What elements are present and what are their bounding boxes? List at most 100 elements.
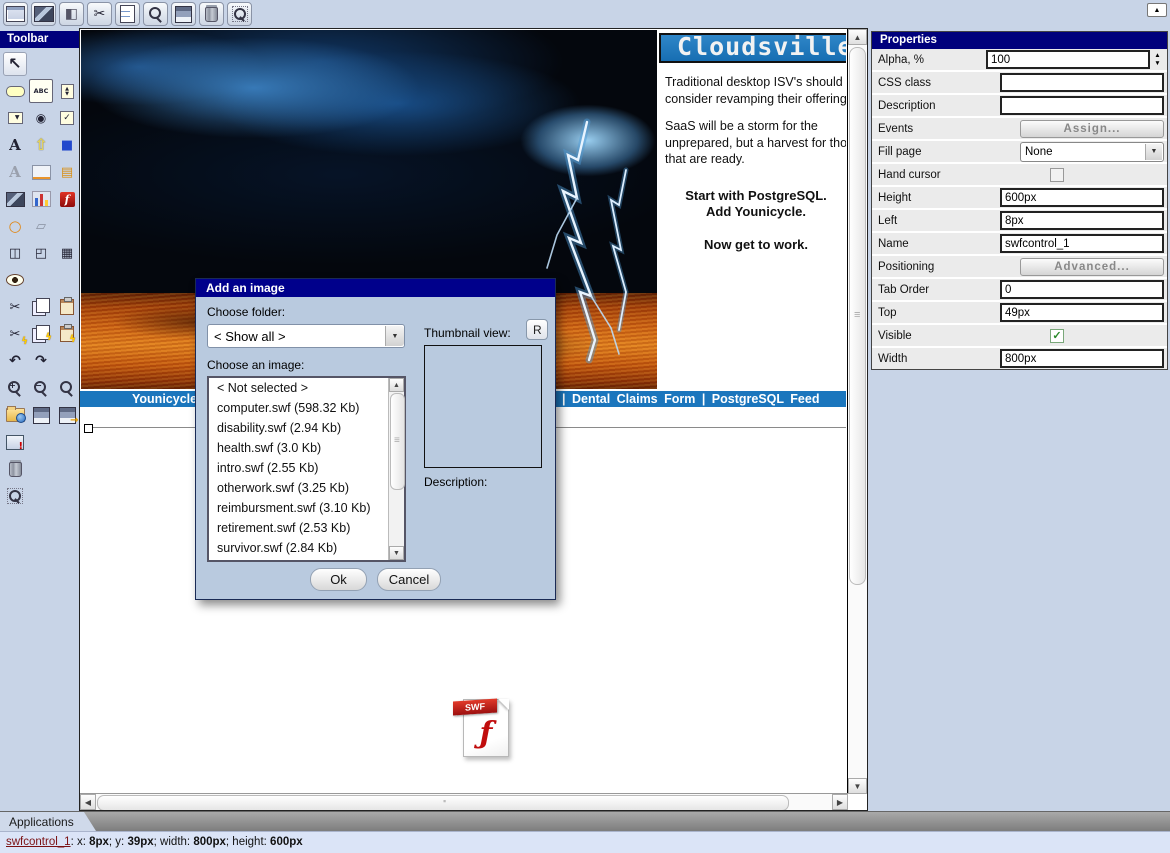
fill-page-select[interactable]: None▼ xyxy=(1020,142,1164,162)
preview-tool[interactable] xyxy=(3,431,27,453)
zoom-select-tool[interactable] xyxy=(3,485,27,507)
paste-db-tool[interactable] xyxy=(55,323,79,345)
status-control-link[interactable]: swfcontrol_1 xyxy=(6,836,71,848)
document-button[interactable] xyxy=(115,2,140,26)
image-list-item-6[interactable]: reimbursment.swf (3.10 Kb) xyxy=(209,498,404,518)
save-button[interactable] xyxy=(171,2,196,26)
combobox-dropdown-icon[interactable]: ▼ xyxy=(385,326,404,346)
top-field[interactable] xyxy=(1000,303,1164,322)
listbox-scrollbar[interactable]: ▲ ▼ xyxy=(388,378,404,560)
tab-order-field[interactable] xyxy=(1000,280,1164,299)
combobox-tool-tool[interactable] xyxy=(3,107,27,129)
hand-cursor-checkbox[interactable] xyxy=(1050,168,1064,182)
redo-tool[interactable]: ↷ xyxy=(29,350,53,372)
applications-tab[interactable]: Applications xyxy=(0,812,96,831)
search-button[interactable] xyxy=(143,2,168,26)
image-list-item-4[interactable]: intro.swf (2.55 Kb) xyxy=(209,458,404,478)
image-list-item-1[interactable]: computer.swf (598.32 Kb) xyxy=(209,398,404,418)
refresh-thumbnail-button[interactable]: R xyxy=(526,319,548,340)
undo-tool[interactable]: ↶ xyxy=(3,350,27,372)
zoom-in-tool[interactable]: + xyxy=(3,377,27,399)
textarea-tool-tool[interactable] xyxy=(29,161,53,183)
checkbox-tool-tool[interactable]: ✓ xyxy=(55,107,79,129)
navbar-younicycle-link[interactable]: Younicycle xyxy=(132,392,197,406)
canvas-vertical-scrollbar[interactable]: ▲ ▼ xyxy=(847,29,867,794)
listbox-scroll-up-button[interactable]: ▲ xyxy=(389,378,404,392)
alpha-field[interactable] xyxy=(986,50,1150,69)
image-manager-button[interactable] xyxy=(31,2,56,26)
scroll-up-button[interactable]: ▲ xyxy=(848,29,867,45)
chevron-down-icon[interactable]: ▼ xyxy=(1145,144,1162,160)
save-tool[interactable] xyxy=(29,404,53,426)
save-as-tool[interactable] xyxy=(55,404,79,426)
scroll-down-button[interactable]: ▼ xyxy=(848,778,867,794)
open-remote-tool[interactable] xyxy=(3,404,27,426)
left-field[interactable] xyxy=(1000,211,1164,230)
layers-tool-tool[interactable]: ◫ xyxy=(3,242,27,264)
ok-button[interactable]: Ok xyxy=(310,568,367,591)
folder-combobox[interactable]: < Show all > ▼ xyxy=(207,324,405,348)
cut-tool[interactable]: ✂ xyxy=(3,296,27,318)
css-class-field[interactable] xyxy=(1000,73,1164,92)
listbox-scroll-down-button[interactable]: ▼ xyxy=(389,546,404,560)
image-list-item-0[interactable]: < Not selected > xyxy=(209,378,404,398)
width-field[interactable] xyxy=(1000,349,1164,368)
copy-tool[interactable] xyxy=(29,296,53,318)
alpha-stepper[interactable]: ▲▼ xyxy=(1151,51,1164,68)
button-tool-tool[interactable] xyxy=(3,80,27,102)
navbar-links[interactable]: | Dental Claims Form | PostgreSQL Feed xyxy=(562,392,819,406)
textfield-tool-tool[interactable]: ABC xyxy=(29,80,53,102)
image-list-item-5[interactable]: otherwork.swf (3.25 Kb) xyxy=(209,478,404,498)
zoom-region-button[interactable] xyxy=(227,2,252,26)
image-tool-tool[interactable] xyxy=(3,188,27,210)
select-pointer-tool[interactable]: ↖ xyxy=(3,53,27,75)
scroll-right-button[interactable]: ▶ xyxy=(832,794,848,810)
cancel-button[interactable]: Cancel xyxy=(377,568,441,591)
ring-tool-tool[interactable]: ○ xyxy=(3,215,27,237)
events-button[interactable]: Assign... xyxy=(1020,120,1164,138)
image-list-item-7[interactable]: retirement.swf (2.53 Kb) xyxy=(209,518,404,538)
saas-paragraph: SaaS will be a storm for the unprepared,… xyxy=(665,118,846,168)
zoom-out-tool[interactable]: − xyxy=(29,377,53,399)
rectangle-tool-tool[interactable]: ■ xyxy=(55,134,79,156)
vertical-scroll-thumb[interactable] xyxy=(849,47,866,585)
swf-control[interactable]: ƒ SWF xyxy=(457,697,513,757)
description-field[interactable] xyxy=(1000,96,1164,115)
visibility-tool-tool[interactable] xyxy=(3,269,27,291)
form-designer-button[interactable] xyxy=(3,2,28,26)
flash-tool-tool[interactable]: f xyxy=(55,188,79,210)
positioning-button[interactable]: Advanced... xyxy=(1020,258,1164,276)
chart-tool-tool[interactable] xyxy=(29,188,53,210)
menu-tool-tool[interactable]: ▤ xyxy=(55,161,79,183)
label-tool-tool[interactable]: A xyxy=(3,134,27,156)
eraser-tool-tool[interactable]: ▱ xyxy=(29,215,53,237)
height-field[interactable] xyxy=(1000,188,1164,207)
scroll-left-button[interactable]: ◀ xyxy=(80,794,96,810)
image-list-item-2[interactable]: disability.swf (2.94 Kb) xyxy=(209,418,404,438)
cut-pointer-button[interactable]: ✂ xyxy=(87,2,112,26)
listbox-scroll-thumb[interactable] xyxy=(390,393,405,490)
trash-button[interactable] xyxy=(199,2,224,26)
grid-tool-tool[interactable]: ▦ xyxy=(55,242,79,264)
paste-tool[interactable] xyxy=(55,296,79,318)
align-tool-tool[interactable]: ◰ xyxy=(29,242,53,264)
arrow-tool-tool[interactable]: ⇧ xyxy=(29,134,53,156)
image-listbox[interactable]: < Not selected >computer.swf (598.32 Kb)… xyxy=(207,376,406,562)
radio-tool-tool[interactable]: ◉ xyxy=(29,107,53,129)
image-list-item-3[interactable]: health.swf (3.0 Kb) xyxy=(209,438,404,458)
spinner-tool-tool[interactable] xyxy=(55,80,79,102)
visible-checkbox[interactable]: ✓ xyxy=(1050,329,1064,343)
panel-toggle-button[interactable]: ◧ xyxy=(59,2,84,26)
scroll-top-button[interactable]: ▲ xyxy=(1147,3,1167,17)
copy-db-tool[interactable] xyxy=(29,323,53,345)
delete-tool[interactable] xyxy=(3,458,27,480)
horizontal-scroll-thumb[interactable] xyxy=(97,795,789,811)
zoom-tool[interactable] xyxy=(55,377,79,399)
cut-db-tool[interactable]: ✂ xyxy=(3,323,27,345)
intro-paragraph: Traditional desktop ISV's should conside… xyxy=(665,74,846,107)
static-label-tool-tool[interactable]: A xyxy=(3,161,27,183)
canvas-horizontal-scrollbar[interactable]: ◀ ▶ xyxy=(80,793,848,810)
image-list-item-8[interactable]: survivor.swf (2.84 Kb) xyxy=(209,538,404,558)
name-field[interactable] xyxy=(1000,234,1164,253)
selection-handle[interactable] xyxy=(84,424,93,433)
